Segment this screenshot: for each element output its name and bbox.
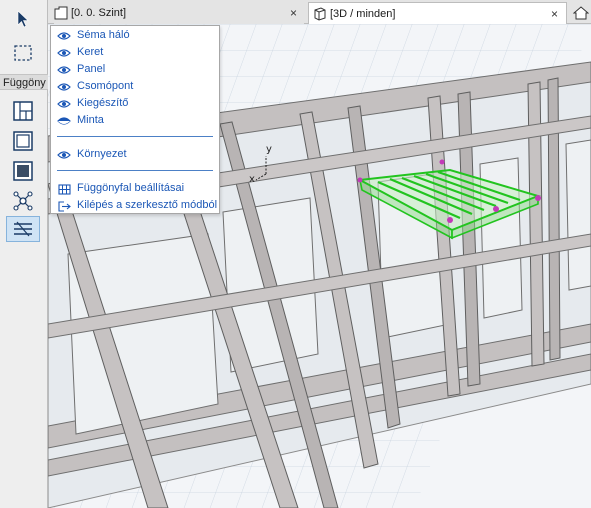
frame-icon [13, 131, 33, 151]
curtain-wall-view-menu: Séma háló Keret Panel Csomópont Kiegészí… [50, 25, 220, 214]
menu-item-pattern[interactable]: Minta [51, 113, 219, 130]
toolbox-section-label: Függöny [0, 74, 48, 90]
panel-tool[interactable] [6, 158, 40, 184]
menu-item-curtain-wall-settings[interactable]: Függönyfal beállításai [51, 181, 219, 198]
accessory-tool[interactable] [6, 216, 40, 242]
tab-overflow[interactable] [571, 2, 591, 24]
exit-icon [57, 200, 71, 212]
tab-floorplan[interactable]: [0. 0. Szint] × [54, 2, 304, 24]
tab-floorplan-label: [0. 0. Szint] [71, 7, 127, 19]
arrow-pointer-icon [17, 10, 29, 28]
menu-divider [57, 170, 213, 171]
eye-half-icon [57, 115, 71, 127]
marquee-tool[interactable] [6, 40, 40, 66]
curtain-wall-settings-icon [57, 183, 71, 195]
menu-item-junction[interactable]: Csomópont [51, 79, 219, 96]
grid-scheme-icon [13, 101, 33, 121]
edit-handle[interactable] [447, 217, 453, 223]
menu-item-scheme-grid[interactable]: Séma háló [51, 28, 219, 45]
menu-item-accessory[interactable]: Kiegészítő [51, 96, 219, 113]
menu-item-frame[interactable]: Keret [51, 45, 219, 62]
menu-item-exit-edit-mode[interactable]: Kilépés a szerkesztő módból [51, 198, 219, 215]
menu-item-environment[interactable]: Környezet [51, 147, 219, 164]
junction-icon [13, 191, 33, 211]
eye-icon [57, 64, 71, 76]
edit-handle[interactable] [357, 177, 363, 183]
eye-icon [57, 81, 71, 93]
cube-3d-icon [314, 6, 326, 21]
panel-icon [13, 161, 33, 181]
y-axis-label: y [266, 144, 272, 155]
eye-icon [57, 30, 71, 42]
edit-handle[interactable] [493, 206, 499, 212]
arrow-tool[interactable] [6, 6, 40, 32]
tab-3d-label: [3D / minden] [330, 7, 396, 20]
toolbox-palette: Függöny [0, 0, 48, 508]
curtain-wall-scheme-tool[interactable] [6, 98, 40, 124]
eye-icon [57, 98, 71, 110]
eye-icon [57, 47, 71, 59]
x-axis-label: x [249, 174, 255, 185]
menu-divider [57, 136, 213, 137]
marquee-icon [14, 45, 32, 61]
edit-handle[interactable] [535, 195, 541, 201]
menu-item-panel[interactable]: Panel [51, 62, 219, 79]
edit-handle[interactable] [439, 159, 445, 165]
tab-3d-view[interactable]: [3D / minden] × [308, 2, 567, 24]
eye-icon [57, 149, 71, 161]
junction-tool[interactable] [6, 188, 40, 214]
view-tab-bar: [0. 0. Szint] × [3D / minden] × [48, 0, 591, 24]
accessory-icon [14, 221, 32, 237]
close-icon[interactable]: × [290, 6, 297, 20]
floorplan-icon [54, 6, 68, 20]
house-icon [573, 6, 589, 20]
close-icon[interactable]: × [551, 7, 558, 21]
frame-tool[interactable] [6, 128, 40, 154]
